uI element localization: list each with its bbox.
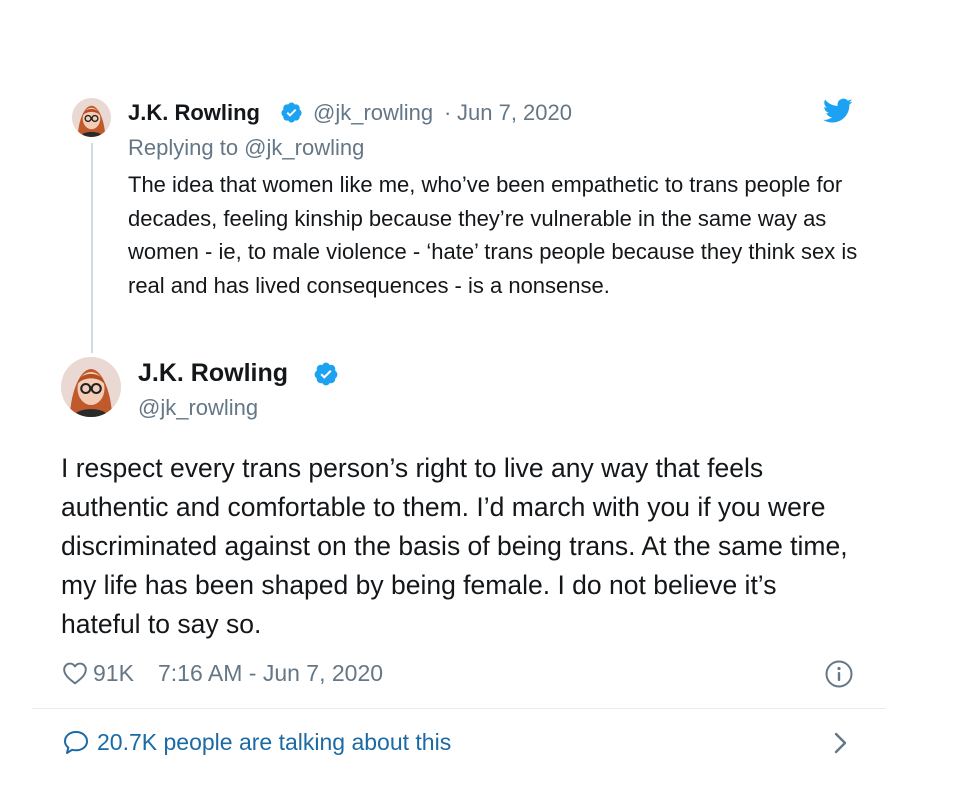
verified-badge-icon [280, 101, 303, 124]
chevron-right-icon[interactable] [832, 731, 850, 755]
reply-author-name[interactable]: J.K. Rowling [128, 99, 260, 127]
reply-author-avatar[interactable] [72, 98, 111, 137]
reply-tweet-text: The idea that women like me, who’ve been… [128, 172, 858, 298]
divider [32, 708, 886, 709]
reply-author-handle[interactable]: @jk_rowling [313, 99, 433, 127]
heart-icon[interactable] [62, 661, 88, 685]
avatar-portrait-icon [61, 357, 121, 417]
people-talking-link[interactable]: 20.7K people are talking about this [97, 727, 451, 757]
info-icon[interactable] [824, 659, 854, 689]
like-count[interactable]: 91K [93, 659, 134, 688]
meta-separator: · [444, 100, 452, 125]
verified-badge-icon [313, 361, 339, 387]
thread-connector-line [91, 143, 93, 353]
avatar-portrait-icon [72, 98, 111, 137]
main-author-handle[interactable]: @jk_rowling [138, 394, 258, 422]
main-author-name[interactable]: J.K. Rowling [138, 357, 288, 389]
speech-bubble-icon[interactable] [62, 728, 90, 756]
reply-tweet-date[interactable]: Jun 7, 2020 [457, 99, 572, 127]
twitter-bird-icon[interactable] [823, 98, 853, 124]
main-tweet-text: I respect every trans person’s right to … [61, 453, 848, 639]
main-author-avatar[interactable] [61, 357, 121, 417]
replying-to-label[interactable]: Replying to @jk_rowling [128, 134, 364, 162]
main-tweet-timestamp[interactable]: 7:16 AM - Jun 7, 2020 [158, 659, 383, 688]
